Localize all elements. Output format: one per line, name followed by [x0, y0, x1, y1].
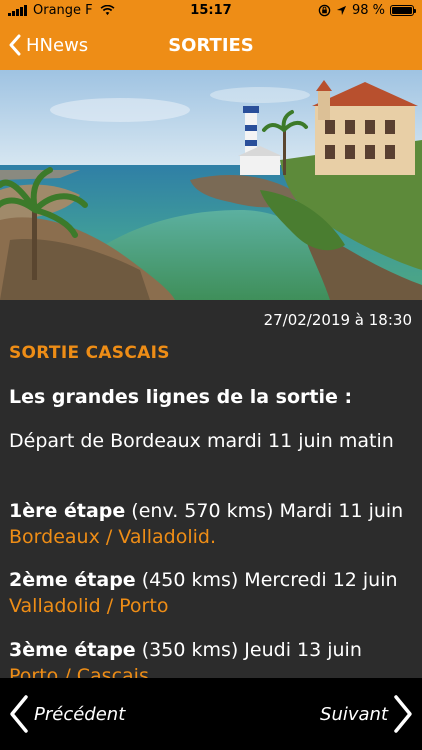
- previous-button-label: Précédent: [34, 703, 126, 725]
- stage-details: (450 kms) Mercredi 12 juin: [135, 569, 398, 591]
- chevron-left-icon: [10, 695, 28, 733]
- article-title: SORTIE CASCAIS: [9, 343, 170, 363]
- stage-details: (350 kms) Jeudi 13 juin: [135, 639, 362, 661]
- stage-label: 3ème étape: [9, 639, 136, 661]
- nav-bar: HNews SORTIES: [0, 22, 422, 70]
- status-bar: Orange F 15:17 98 %: [0, 0, 422, 22]
- bottom-nav-bar: Précédent Suivant: [0, 678, 422, 750]
- battery-icon: [390, 5, 416, 16]
- stage-paragraph: 1ère étape (env. 570 kms) Mardi 11 juin …: [9, 498, 413, 550]
- stage-label: 1ère étape: [9, 500, 126, 522]
- article-subtitle: Les grandes lignes de la sortie :: [9, 386, 353, 408]
- chevron-left-icon: [9, 34, 21, 56]
- back-button-label: HNews: [26, 34, 89, 56]
- stage-route-link[interactable]: Bordeaux / Valladolid.: [9, 526, 216, 548]
- next-button[interactable]: Suivant: [320, 694, 414, 734]
- article-intro: Départ de Bordeaux mardi 11 juin matin: [9, 430, 394, 452]
- chevron-right-icon: [394, 695, 412, 733]
- location-arrow-icon: [336, 5, 347, 16]
- next-button-label: Suivant: [320, 703, 388, 725]
- back-button[interactable]: HNews: [8, 34, 88, 56]
- rotation-lock-icon: [318, 4, 331, 17]
- stage-route-link[interactable]: Porto / Cascais: [9, 665, 149, 678]
- stage-details: (env. 570 kms) Mardi 11 juin: [125, 500, 404, 522]
- article-date: 27/02/2019 à 18:30: [263, 311, 412, 329]
- stage-label: 2ème étape: [9, 569, 136, 591]
- article-content: 27/02/2019 à 18:30 SORTIE CASCAIS Les gr…: [0, 300, 422, 678]
- previous-button[interactable]: Précédent: [8, 694, 125, 734]
- battery-percent: 98 %: [351, 3, 385, 18]
- battery-fill: [392, 7, 412, 14]
- stage-route-link[interactable]: Valladolid / Porto: [9, 595, 168, 617]
- stage-paragraph: 3ème étape (350 kms) Jeudi 13 juin Porto…: [9, 637, 413, 678]
- coastal-landscape-photo: [0, 70, 422, 300]
- hero-image: [0, 70, 422, 300]
- status-right: 98 %: [318, 3, 416, 18]
- stage-paragraph: 2ème étape (450 kms) Mercredi 12 juin Va…: [9, 567, 413, 619]
